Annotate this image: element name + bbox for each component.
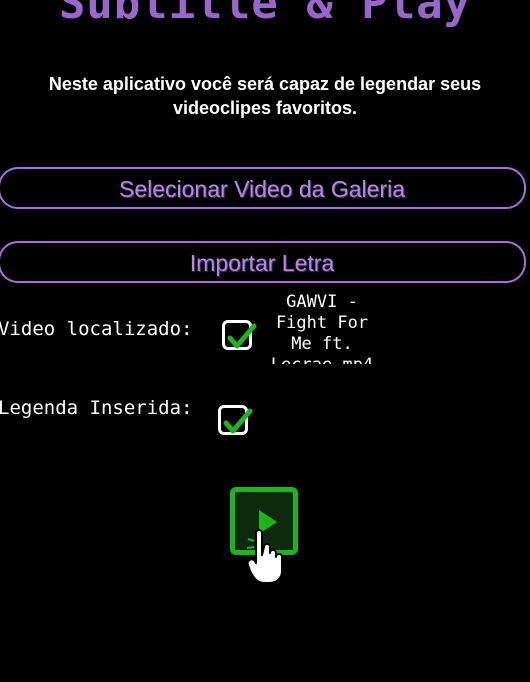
video-filename: GAWVI - Fight For Me ft. Lecrae.mp4 bbox=[271, 292, 373, 364]
app-title: Subtitle & Play bbox=[58, 0, 472, 29]
video-located-checkbox[interactable] bbox=[222, 320, 257, 350]
app-description: Neste aplicativo você será capaz de lege… bbox=[48, 74, 482, 118]
select-video-button[interactable]: Selecionar Video da Galeria bbox=[0, 167, 526, 209]
subtitle-inserted-label: Legenda Inserida: bbox=[0, 397, 193, 419]
import-lyrics-button[interactable]: Importar Letra bbox=[0, 241, 526, 283]
video-located-label: Video localizado: bbox=[0, 318, 193, 340]
check-icon bbox=[227, 323, 257, 349]
pointer-hand-icon bbox=[246, 527, 283, 584]
check-icon bbox=[223, 408, 253, 434]
subtitle-inserted-checkbox[interactable] bbox=[218, 405, 253, 435]
